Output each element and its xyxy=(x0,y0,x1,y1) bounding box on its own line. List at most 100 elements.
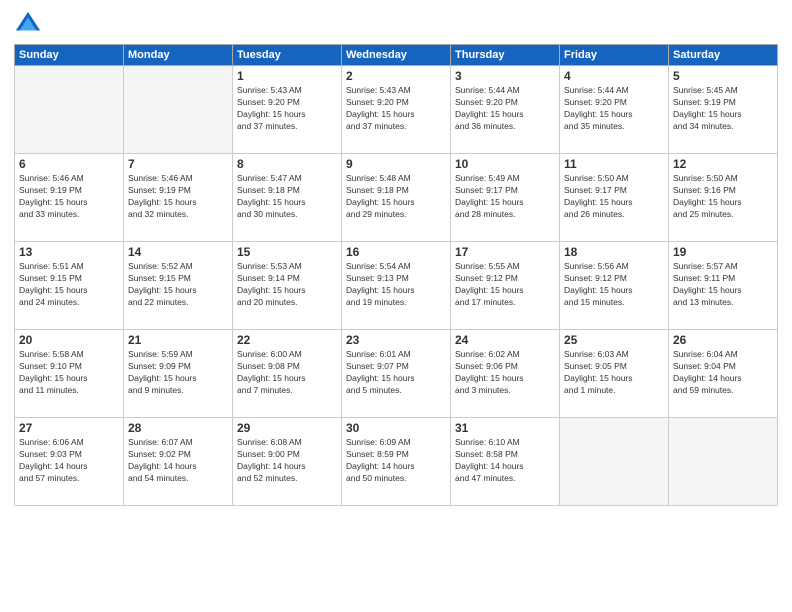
day-info: Sunrise: 6:00 AM Sunset: 9:08 PM Dayligh… xyxy=(237,349,337,397)
calendar-cell: 29Sunrise: 6:08 AM Sunset: 9:00 PM Dayli… xyxy=(233,418,342,506)
day-number: 5 xyxy=(673,69,773,83)
calendar-cell: 18 Sunrise: 5:56 AM Sunset: 9:12 PM Dayli… xyxy=(560,242,669,330)
calendar-cell: 5 Sunrise: 5:45 AM Sunset: 9:19 PM Daylig… xyxy=(669,66,778,154)
day-header-monday: Monday xyxy=(124,45,233,66)
day-number: 8 xyxy=(237,157,337,171)
day-number: 11 xyxy=(564,157,664,171)
calendar-cell: 9 Sunrise: 5:48 AM Sunset: 9:18 PM Daylig… xyxy=(342,154,451,242)
day-header-wednesday: Wednesday xyxy=(342,45,451,66)
day-number: 3 xyxy=(455,69,555,83)
day-number: 17 xyxy=(455,245,555,259)
day-info: Sunrise: 5:58 AM Sunset: 9:10 PM Dayligh… xyxy=(19,349,119,397)
day-info: Sunrise: 5:46 AM Sunset: 9:19 PM Dayligh… xyxy=(128,173,228,221)
calendar-week-3: 13 Sunrise: 5:51 AM Sunset: 9:15 PM Dayli… xyxy=(15,242,778,330)
day-number: 10 xyxy=(455,157,555,171)
calendar-cell: 2 Sunrise: 5:43 AM Sunset: 9:20 PM Daylig… xyxy=(342,66,451,154)
calendar-week-4: 20 Sunrise: 5:58 AM Sunset: 9:10 PM Dayli… xyxy=(15,330,778,418)
day-number: 4 xyxy=(564,69,664,83)
day-info: Sunrise: 5:51 AM Sunset: 9:15 PM Dayligh… xyxy=(19,261,119,309)
day-number: 21 xyxy=(128,333,228,347)
logo xyxy=(14,10,44,38)
day-number: 15 xyxy=(237,245,337,259)
day-number: 24 xyxy=(455,333,555,347)
day-info: Sunrise: 6:04 AM Sunset: 9:04 PM Dayligh… xyxy=(673,349,773,397)
day-number: 16 xyxy=(346,245,446,259)
calendar-cell: 11 Sunrise: 5:50 AM Sunset: 9:17 PM Dayli… xyxy=(560,154,669,242)
calendar-cell xyxy=(669,418,778,506)
calendar-cell: 25 Sunrise: 6:03 AM Sunset: 9:05 PM Dayli… xyxy=(560,330,669,418)
calendar-cell: 21 Sunrise: 5:59 AM Sunset: 9:09 PM Dayli… xyxy=(124,330,233,418)
day-info: Sunrise: 6:09 AM Sunset: 8:59 PM Dayligh… xyxy=(346,437,446,485)
header xyxy=(14,10,778,38)
calendar-cell: 26 Sunrise: 6:04 AM Sunset: 9:04 PM Dayli… xyxy=(669,330,778,418)
day-info: Sunrise: 5:46 AM Sunset: 9:19 PM Dayligh… xyxy=(19,173,119,221)
day-info: Sunrise: 5:48 AM Sunset: 9:18 PM Dayligh… xyxy=(346,173,446,221)
day-number: 25 xyxy=(564,333,664,347)
day-info: Sunrise: 5:43 AM Sunset: 9:20 PM Dayligh… xyxy=(346,85,446,133)
day-info: Sunrise: 5:50 AM Sunset: 9:17 PM Dayligh… xyxy=(564,173,664,221)
day-number: 27 xyxy=(19,421,119,435)
day-number: 31 xyxy=(455,421,555,435)
day-info: Sunrise: 5:47 AM Sunset: 9:18 PM Dayligh… xyxy=(237,173,337,221)
day-number: 7 xyxy=(128,157,228,171)
day-number: 23 xyxy=(346,333,446,347)
calendar-cell: 20 Sunrise: 5:58 AM Sunset: 9:10 PM Dayli… xyxy=(15,330,124,418)
day-number: 30 xyxy=(346,421,446,435)
day-info: Sunrise: 6:10 AM Sunset: 8:58 PM Dayligh… xyxy=(455,437,555,485)
day-info: Sunrise: 6:06 AM Sunset: 9:03 PM Dayligh… xyxy=(19,437,119,485)
day-info: Sunrise: 5:52 AM Sunset: 9:15 PM Dayligh… xyxy=(128,261,228,309)
day-header-tuesday: Tuesday xyxy=(233,45,342,66)
day-number: 26 xyxy=(673,333,773,347)
day-info: Sunrise: 5:45 AM Sunset: 9:19 PM Dayligh… xyxy=(673,85,773,133)
day-header-saturday: Saturday xyxy=(669,45,778,66)
day-number: 6 xyxy=(19,157,119,171)
day-header-thursday: Thursday xyxy=(451,45,560,66)
calendar-cell: 16 Sunrise: 5:54 AM Sunset: 9:13 PM Dayli… xyxy=(342,242,451,330)
calendar-cell: 27 Sunrise: 6:06 AM Sunset: 9:03 PM Dayli… xyxy=(15,418,124,506)
calendar-cell xyxy=(560,418,669,506)
calendar-cell: 30 Sunrise: 6:09 AM Sunset: 8:59 PM Dayli… xyxy=(342,418,451,506)
calendar-cell: 4 Sunrise: 5:44 AM Sunset: 9:20 PM Daylig… xyxy=(560,66,669,154)
day-info: Sunrise: 6:03 AM Sunset: 9:05 PM Dayligh… xyxy=(564,349,664,397)
calendar-header-row: SundayMondayTuesdayWednesdayThursdayFrid… xyxy=(15,45,778,66)
page: SundayMondayTuesdayWednesdayThursdayFrid… xyxy=(0,0,792,612)
day-info: Sunrise: 5:59 AM Sunset: 9:09 PM Dayligh… xyxy=(128,349,228,397)
calendar-cell: 22Sunrise: 6:00 AM Sunset: 9:08 PM Dayli… xyxy=(233,330,342,418)
day-info: Sunrise: 5:43 AM Sunset: 9:20 PM Dayligh… xyxy=(237,85,337,133)
calendar-cell: 12 Sunrise: 5:50 AM Sunset: 9:16 PM Dayli… xyxy=(669,154,778,242)
calendar-cell: 10 Sunrise: 5:49 AM Sunset: 9:17 PM Dayli… xyxy=(451,154,560,242)
calendar-cell: 7 Sunrise: 5:46 AM Sunset: 9:19 PM Daylig… xyxy=(124,154,233,242)
day-info: Sunrise: 5:44 AM Sunset: 9:20 PM Dayligh… xyxy=(455,85,555,133)
day-number: 29 xyxy=(237,421,337,435)
calendar-week-2: 6 Sunrise: 5:46 AM Sunset: 9:19 PM Daylig… xyxy=(15,154,778,242)
calendar-cell: 13 Sunrise: 5:51 AM Sunset: 9:15 PM Dayli… xyxy=(15,242,124,330)
day-info: Sunrise: 5:53 AM Sunset: 9:14 PM Dayligh… xyxy=(237,261,337,309)
day-info: Sunrise: 6:07 AM Sunset: 9:02 PM Dayligh… xyxy=(128,437,228,485)
day-info: Sunrise: 5:50 AM Sunset: 9:16 PM Dayligh… xyxy=(673,173,773,221)
day-number: 13 xyxy=(19,245,119,259)
calendar-cell xyxy=(124,66,233,154)
day-number: 20 xyxy=(19,333,119,347)
day-number: 12 xyxy=(673,157,773,171)
day-number: 9 xyxy=(346,157,446,171)
calendar-cell: 6 Sunrise: 5:46 AM Sunset: 9:19 PM Daylig… xyxy=(15,154,124,242)
calendar-week-1: 1Sunrise: 5:43 AM Sunset: 9:20 PM Daylig… xyxy=(15,66,778,154)
calendar-cell: 17 Sunrise: 5:55 AM Sunset: 9:12 PM Dayli… xyxy=(451,242,560,330)
day-number: 14 xyxy=(128,245,228,259)
day-number: 2 xyxy=(346,69,446,83)
day-info: Sunrise: 6:01 AM Sunset: 9:07 PM Dayligh… xyxy=(346,349,446,397)
calendar-cell: 1Sunrise: 5:43 AM Sunset: 9:20 PM Daylig… xyxy=(233,66,342,154)
day-info: Sunrise: 5:44 AM Sunset: 9:20 PM Dayligh… xyxy=(564,85,664,133)
day-number: 18 xyxy=(564,245,664,259)
day-info: Sunrise: 5:55 AM Sunset: 9:12 PM Dayligh… xyxy=(455,261,555,309)
day-info: Sunrise: 5:49 AM Sunset: 9:17 PM Dayligh… xyxy=(455,173,555,221)
calendar: SundayMondayTuesdayWednesdayThursdayFrid… xyxy=(14,44,778,506)
day-info: Sunrise: 5:54 AM Sunset: 9:13 PM Dayligh… xyxy=(346,261,446,309)
calendar-cell: 14 Sunrise: 5:52 AM Sunset: 9:15 PM Dayli… xyxy=(124,242,233,330)
calendar-cell: 8 Sunrise: 5:47 AM Sunset: 9:18 PM Daylig… xyxy=(233,154,342,242)
day-number: 28 xyxy=(128,421,228,435)
day-header-sunday: Sunday xyxy=(15,45,124,66)
day-info: Sunrise: 5:56 AM Sunset: 9:12 PM Dayligh… xyxy=(564,261,664,309)
calendar-cell: 28 Sunrise: 6:07 AM Sunset: 9:02 PM Dayli… xyxy=(124,418,233,506)
calendar-cell xyxy=(15,66,124,154)
